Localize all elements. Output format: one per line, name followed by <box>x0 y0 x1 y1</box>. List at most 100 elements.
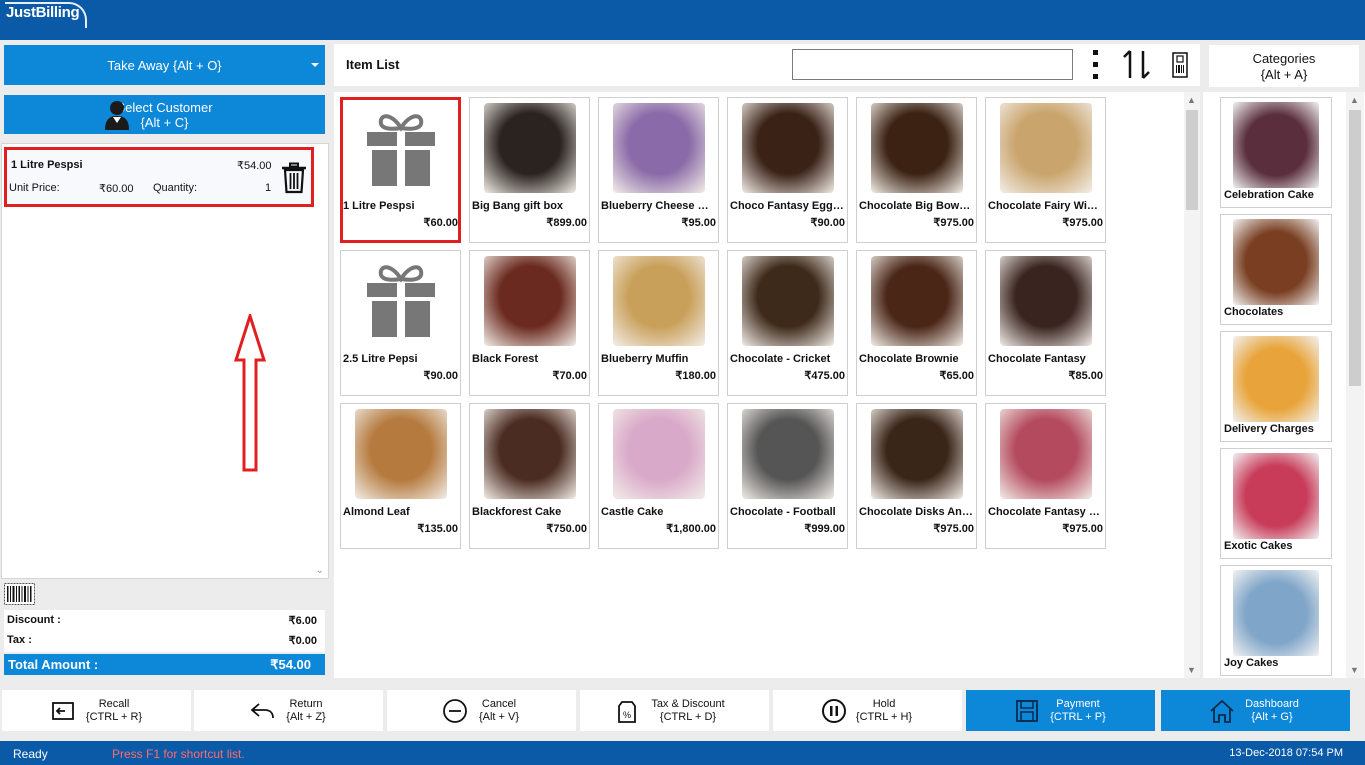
tax-discount-label: Tax & Discount <box>651 698 725 710</box>
cart-unit-price: ₹60.00 <box>99 183 134 195</box>
payment-label: Payment <box>1056 698 1100 710</box>
select-customer-button[interactable]: Select Customer {Alt + C} <box>4 95 325 134</box>
item-name: 1 Litre Pespsi <box>343 200 415 212</box>
item-card[interactable]: Chocolate Brownie ₹65.00 <box>856 250 977 396</box>
item-card[interactable]: Blackforest Cake ₹750.00 <box>469 403 590 549</box>
select-customer-shortcut: {Alt + C} <box>140 114 189 130</box>
item-price: ₹1,800.00 <box>666 523 716 535</box>
hold-button[interactable]: Hold {CTRL + H} <box>773 690 962 731</box>
category-scrollbar[interactable]: ▲ ▼ <box>1346 92 1364 678</box>
item-card[interactable]: Choco Fantasy Eggle... ₹90.00 <box>727 97 848 243</box>
category-list: Celebration Cake Chocolates Delivery Charg… <box>1203 92 1365 678</box>
item-image <box>870 103 963 193</box>
item-card[interactable]: Blueberry Cheese Ca... ₹95.00 <box>598 97 719 243</box>
category-image <box>1233 453 1319 539</box>
cart-unit-price-label: Unit Price: <box>9 182 60 194</box>
category-card[interactable]: Chocolates <box>1220 214 1332 325</box>
item-card[interactable]: Black Forest ₹70.00 <box>469 250 590 396</box>
scroll-up-icon[interactable]: ▲ <box>1350 95 1359 105</box>
item-image <box>741 256 834 346</box>
item-price: ₹975.00 <box>933 523 974 535</box>
item-price: ₹899.00 <box>546 217 587 229</box>
return-button[interactable]: Return {Alt + Z} <box>194 690 383 731</box>
category-card[interactable]: Joy Cakes <box>1220 565 1332 676</box>
item-card[interactable]: Big Bang gift box ₹899.00 <box>469 97 590 243</box>
total-amount-label: Total Amount : <box>8 657 99 672</box>
item-image <box>999 256 1092 346</box>
item-image <box>354 409 447 499</box>
item-card[interactable]: 1 Litre Pespsi ₹60.00 <box>340 97 461 243</box>
order-type-label: Take Away {Alt + O} <box>107 57 222 73</box>
category-name: Delivery Charges <box>1224 423 1314 435</box>
item-card[interactable]: Chocolate Disks And... ₹975.00 <box>856 403 977 549</box>
item-price: ₹70.00 <box>552 370 587 382</box>
dashboard-button[interactable]: Dashboard {Alt + G} <box>1161 690 1350 731</box>
item-name: Black Forest <box>472 353 539 365</box>
trash-icon[interactable] <box>281 162 307 194</box>
scroll-thumb[interactable] <box>1186 110 1198 210</box>
item-card[interactable]: Chocolate Big Bow C... ₹975.00 <box>856 97 977 243</box>
item-name: Blueberry Cheese Ca... <box>601 200 715 212</box>
item-card[interactable]: Chocolate Fairy Win... ₹975.00 <box>985 97 1106 243</box>
item-image <box>612 103 705 193</box>
item-card[interactable]: Castle Cake ₹1,800.00 <box>598 403 719 549</box>
recall-button[interactable]: Recall {CTRL + R} <box>2 690 191 731</box>
scanner-icon[interactable] <box>1172 52 1188 78</box>
item-name: Blueberry Muffin <box>601 353 689 365</box>
gift-icon <box>366 265 435 337</box>
item-card[interactable]: Almond Leaf ₹135.00 <box>340 403 461 549</box>
category-card[interactable]: Celebration Cake <box>1220 97 1332 208</box>
item-card[interactable]: Chocolate - Cricket ₹475.00 <box>727 250 848 396</box>
chevron-down-icon[interactable]: ⌄ <box>316 565 324 576</box>
item-card[interactable]: Chocolate - Football ₹999.00 <box>727 403 848 549</box>
discount-label: Discount : <box>7 614 61 626</box>
item-name: 2.5 Litre Pepsi <box>343 353 418 365</box>
status-ready: Ready <box>13 747 48 761</box>
category-card[interactable]: Delivery Charges <box>1220 331 1332 442</box>
sort-icon[interactable] <box>1122 48 1152 82</box>
cart-item-name: 1 Litre Pespsi <box>11 159 83 171</box>
tax-value: ₹0.00 <box>288 635 317 647</box>
item-image <box>483 256 576 346</box>
cart-line-item[interactable]: 1 Litre Pespsi ₹54.00 Unit Price: ₹60.00… <box>4 147 314 207</box>
cancel-button[interactable]: Cancel {Alt + V} <box>387 690 576 731</box>
more-options-icon[interactable] <box>1092 48 1100 82</box>
item-image <box>612 409 705 499</box>
item-price: ₹135.00 <box>417 523 458 535</box>
payment-button[interactable]: Payment {CTRL + P} <box>966 690 1155 731</box>
item-card[interactable]: Blueberry Muffin ₹180.00 <box>598 250 719 396</box>
categories-shortcut: {Alt + A} <box>1260 67 1308 82</box>
item-name: Chocolate Disks And... <box>859 506 973 518</box>
scroll-down-icon[interactable]: ▼ <box>1350 665 1359 675</box>
item-price: ₹975.00 <box>1062 523 1103 535</box>
item-image <box>612 256 705 346</box>
order-type-dropdown[interactable]: Take Away {Alt + O} <box>4 45 325 85</box>
return-label: Return <box>289 698 323 710</box>
scroll-thumb[interactable] <box>1349 110 1361 386</box>
payment-shortcut: {CTRL + P} <box>1050 711 1106 723</box>
item-search-input[interactable] <box>792 49 1073 80</box>
item-image <box>483 409 576 499</box>
item-price: ₹999.00 <box>804 523 845 535</box>
cart-quantity[interactable]: 1 <box>265 182 271 194</box>
item-card[interactable]: 2.5 Litre Pepsi ₹90.00 <box>340 250 461 396</box>
barcode-icon[interactable] <box>4 583 35 605</box>
item-name: Chocolate Big Bow C... <box>859 200 973 212</box>
tax-discount-button[interactable]: % Tax & Discount {CTRL + D} <box>580 690 769 731</box>
cart-quantity-label: Quantity: <box>153 182 198 194</box>
item-list-header: Item List <box>334 44 1200 86</box>
svg-text:%: % <box>623 710 631 720</box>
item-card[interactable]: Chocolate Fantasy C... ₹975.00 <box>985 403 1106 549</box>
dashboard-shortcut: {Alt + G} <box>1251 711 1293 723</box>
item-card[interactable]: Chocolate Fantasy ₹85.00 <box>985 250 1106 396</box>
categories-header[interactable]: Categories {Alt + A} <box>1209 45 1359 87</box>
item-price: ₹975.00 <box>933 217 974 229</box>
item-price: ₹90.00 <box>810 217 845 229</box>
category-card[interactable]: Exotic Cakes <box>1220 448 1332 559</box>
scroll-down-icon[interactable]: ▼ <box>1187 665 1196 675</box>
item-scrollbar[interactable]: ▲ ▼ <box>1184 92 1200 678</box>
item-image <box>870 256 963 346</box>
discount-row: Discount : ₹6.00 <box>7 614 317 627</box>
scroll-up-icon[interactable]: ▲ <box>1187 95 1196 105</box>
item-name: Chocolate Fantasy C... <box>988 506 1102 518</box>
